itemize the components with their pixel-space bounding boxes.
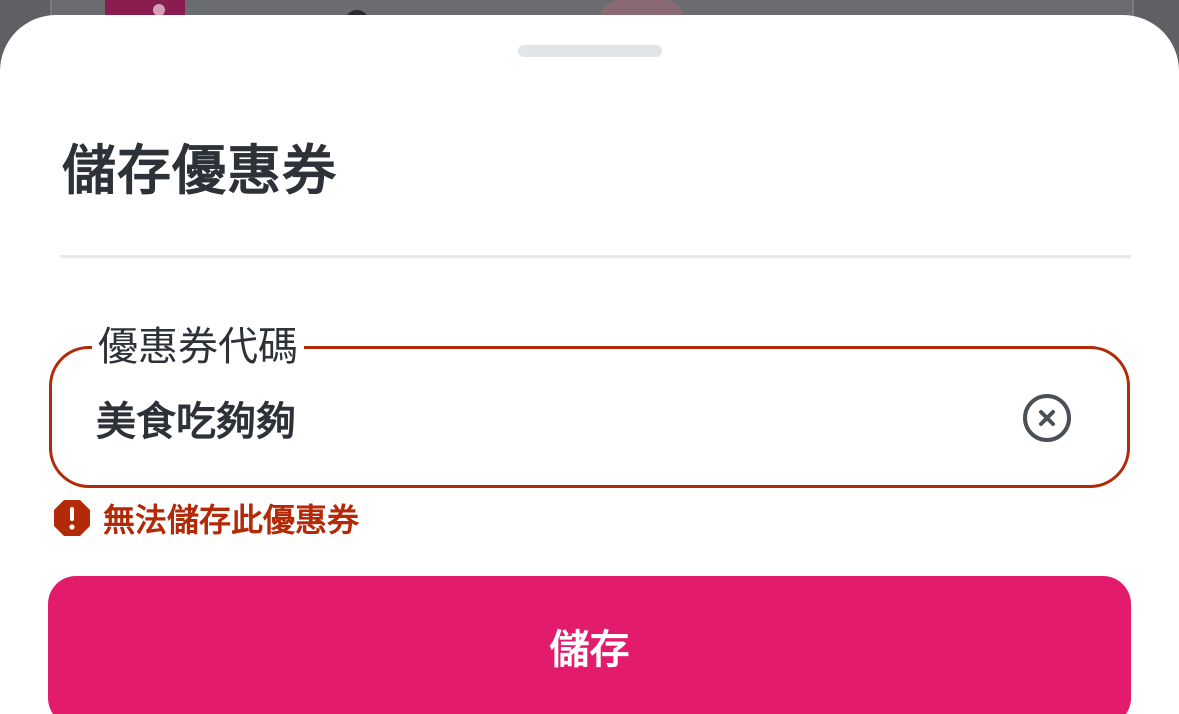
- error-text: 無法儲存此優惠券: [103, 501, 360, 539]
- bottom-sheet: 儲存優惠券 優惠券代碼 無法儲存此優惠券 儲存: [0, 15, 1179, 714]
- coupon-code-input[interactable]: [96, 387, 976, 449]
- divider: [60, 255, 1131, 258]
- drag-handle[interactable]: [518, 45, 662, 57]
- sheet-title: 儲存優惠券: [62, 139, 337, 202]
- close-x-glyph: [1039, 410, 1055, 426]
- save-button-label: 儲存: [549, 628, 630, 672]
- coupon-code-label: 優惠券代碼: [92, 319, 304, 375]
- save-button[interactable]: 儲存: [48, 576, 1131, 714]
- clear-icon[interactable]: [1023, 394, 1071, 442]
- error-message: 無法儲存此優惠券: [53, 497, 359, 539]
- coupon-code-field[interactable]: 優惠券代碼: [49, 319, 1130, 488]
- error-icon: [54, 500, 90, 536]
